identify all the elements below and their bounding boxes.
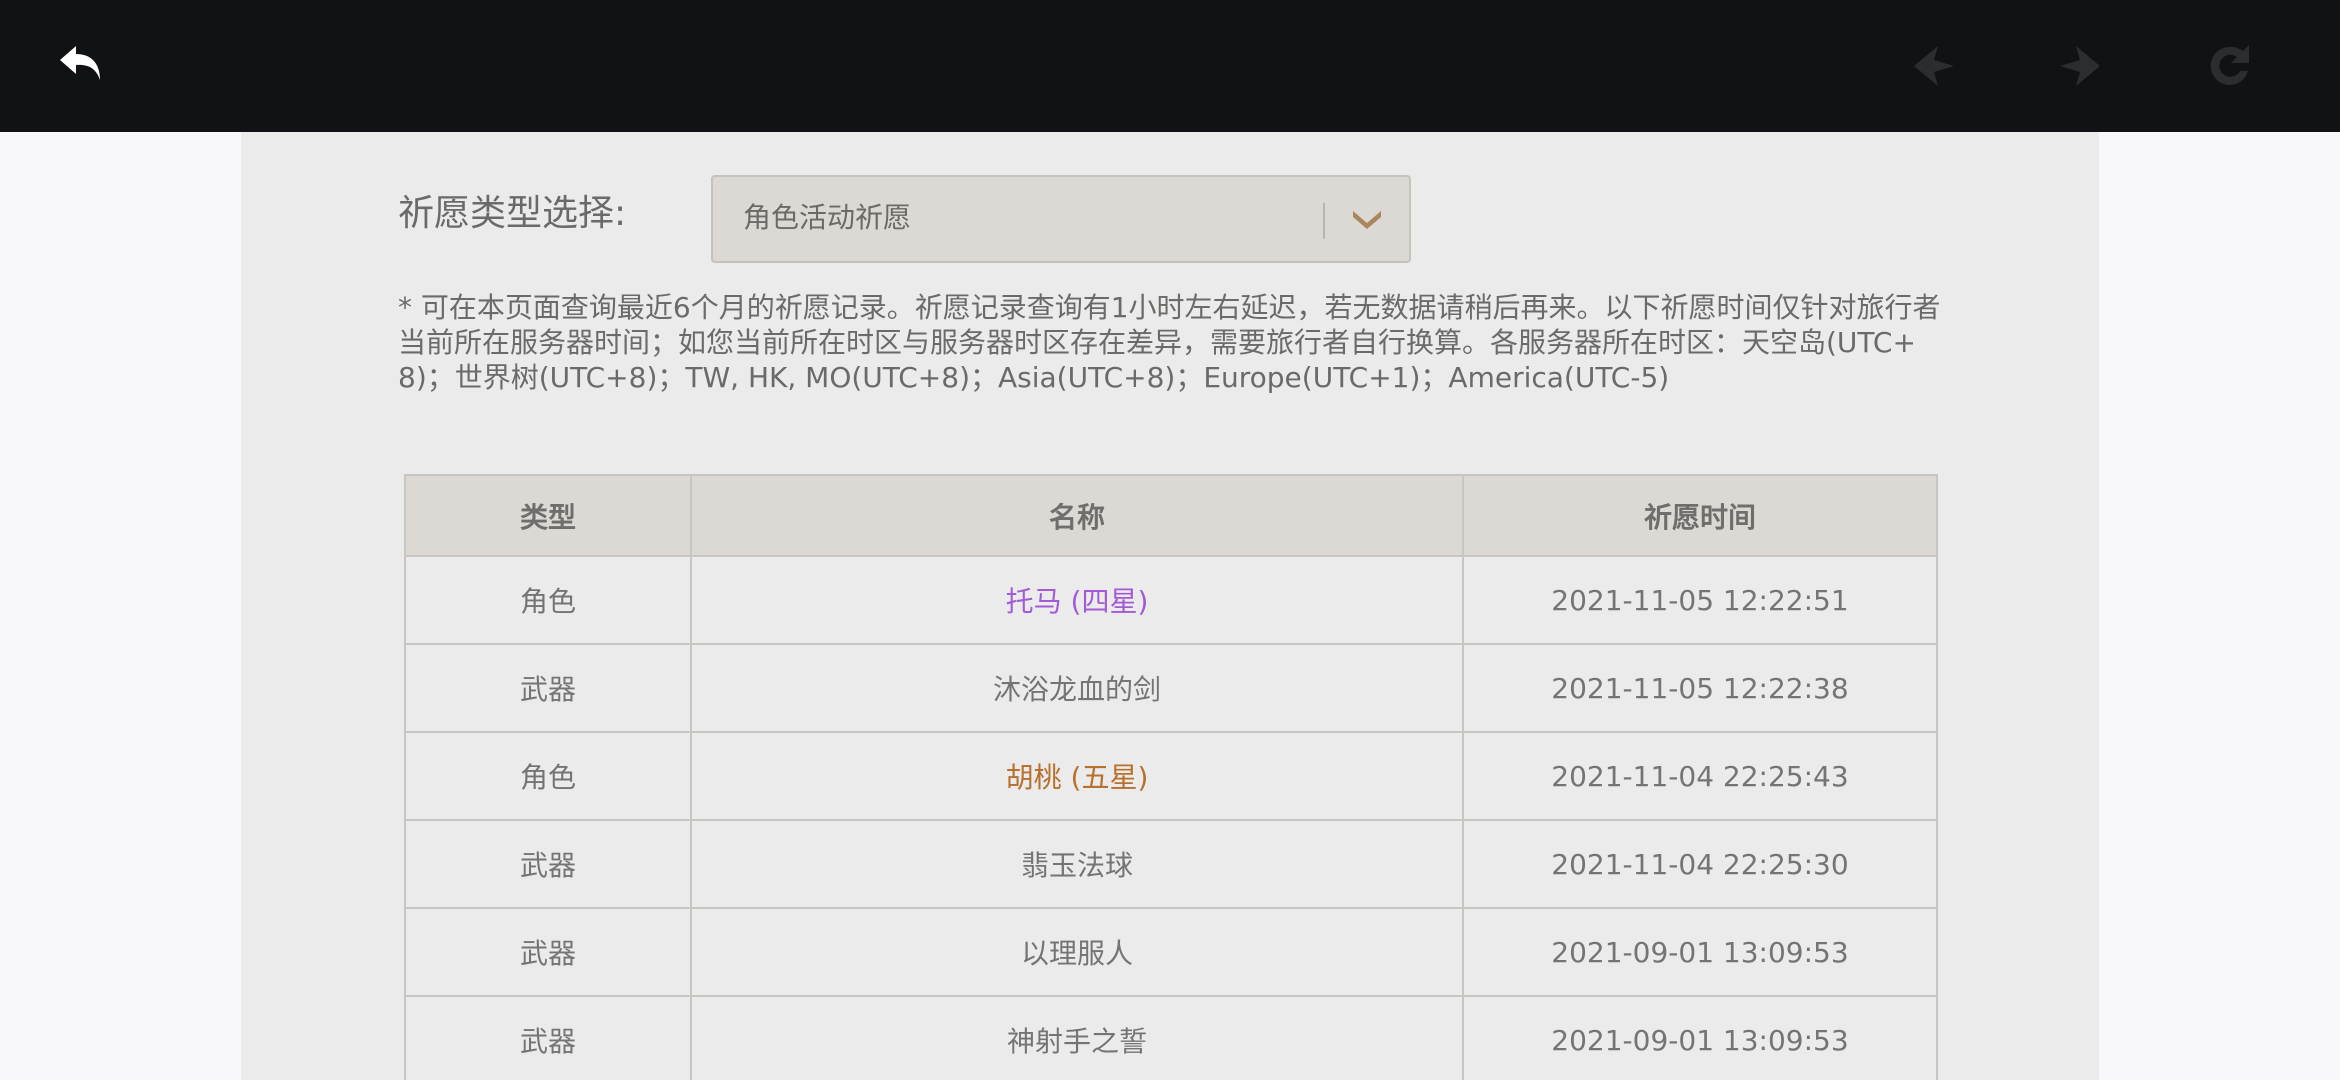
table-header-row: 类型 名称 祈愿时间 — [404, 474, 1938, 557]
cell-name: 托马 (四星) — [690, 555, 1464, 645]
wish-type-label: 祈愿类型选择: — [398, 193, 627, 234]
header-name: 名称 — [690, 474, 1464, 557]
chevron-left-icon — [1914, 46, 1954, 86]
refresh-button[interactable] — [2200, 36, 2260, 96]
cell-time: 2021-09-01 13:09:53 — [1462, 907, 1938, 997]
cell-type: 武器 — [404, 995, 692, 1080]
header-time: 祈愿时间 — [1462, 474, 1938, 557]
cell-type: 角色 — [404, 555, 692, 645]
cell-type: 武器 — [404, 819, 692, 909]
wish-history-table: 类型 名称 祈愿时间 角色 托马 (四星) 2021-11-05 12:22:5… — [404, 474, 1938, 1080]
cell-time: 2021-11-04 22:25:43 — [1462, 731, 1938, 821]
header-type: 类型 — [404, 474, 692, 557]
chevron-down-icon — [1353, 211, 1381, 229]
previous-page-button[interactable] — [1904, 36, 1964, 96]
table-row: 武器 以理服人 2021-09-01 13:09:53 — [404, 907, 1938, 997]
gacha-history-panel: 祈愿类型选择: 角色活动祈愿 * 可在本页面查询最近6个月的祈愿记录。祈愿记录查… — [241, 132, 2099, 1080]
chevron-right-icon — [2060, 46, 2100, 86]
cell-name: 胡桃 (五星) — [690, 731, 1464, 821]
table-row: 角色 胡桃 (五星) 2021-11-04 22:25:43 — [404, 731, 1938, 821]
table-row: 武器 翡玉法球 2021-11-04 22:25:30 — [404, 819, 1938, 909]
cell-type: 角色 — [404, 731, 692, 821]
cell-time: 2021-09-01 13:09:53 — [1462, 995, 1938, 1080]
top-toolbar — [0, 0, 2340, 132]
cell-time: 2021-11-05 12:22:51 — [1462, 555, 1938, 645]
wish-type-select[interactable]: 角色活动祈愿 — [711, 175, 1411, 263]
wish-type-selected-value: 角色活动祈愿 — [743, 201, 912, 234]
back-button[interactable] — [52, 36, 112, 96]
refresh-icon — [2210, 45, 2249, 85]
cell-type: 武器 — [404, 907, 692, 997]
table-row: 角色 托马 (四星) 2021-11-05 12:22:51 — [404, 555, 1938, 645]
cell-time: 2021-11-05 12:22:38 — [1462, 643, 1938, 733]
notice-text: * 可在本页面查询最近6个月的祈愿记录。祈愿记录查询有1小时左右延迟，若无数据请… — [398, 291, 1941, 394]
cell-name: 以理服人 — [690, 907, 1464, 997]
table-row: 武器 神射手之誓 2021-09-01 13:09:53 — [404, 995, 1938, 1080]
table-row: 武器 沐浴龙血的剑 2021-11-05 12:22:38 — [404, 643, 1938, 733]
back-arrow-icon — [60, 46, 100, 80]
select-divider — [1323, 203, 1325, 239]
cell-time: 2021-11-04 22:25:30 — [1462, 819, 1938, 909]
cell-name: 神射手之誓 — [690, 995, 1464, 1080]
cell-name: 翡玉法球 — [690, 819, 1464, 909]
next-page-button[interactable] — [2050, 36, 2110, 96]
cell-type: 武器 — [404, 643, 692, 733]
cell-name: 沐浴龙血的剑 — [690, 643, 1464, 733]
